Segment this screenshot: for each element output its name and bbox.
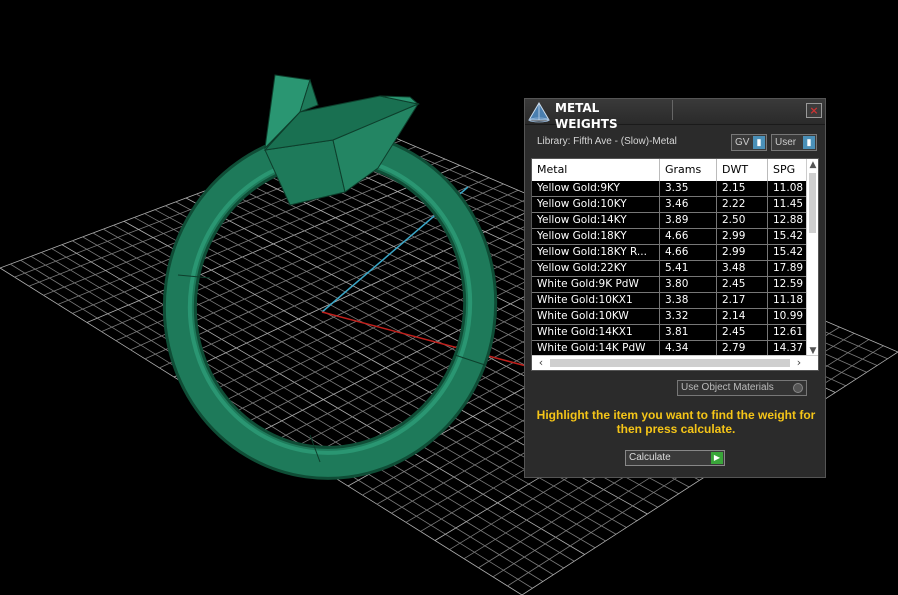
cell-spg: 14.37: [773, 342, 804, 354]
table-row[interactable]: Yellow Gold:10KY 3.46 2.22 11.45: [532, 197, 808, 213]
cell-dwt: 2.14: [717, 309, 768, 324]
gv-dropdown[interactable]: GV ▮: [731, 134, 767, 151]
cell-grams: 3.32: [660, 309, 717, 324]
column-header-dwt[interactable]: DWT: [717, 159, 768, 181]
scroll-right-icon[interactable]: ›: [792, 356, 806, 370]
use-object-materials-label: Use Object Materials: [681, 382, 774, 393]
cell-dwt: 2.45: [717, 325, 768, 340]
cell-grams: 3.80: [660, 277, 717, 292]
calculate-button[interactable]: Calculate ▶: [625, 450, 725, 466]
ring-model[interactable]: [159, 74, 500, 482]
cell-spg: 15.42: [773, 230, 804, 242]
table-row[interactable]: Yellow Gold:18KY 4.66 2.99 15.42: [532, 229, 808, 245]
cell-metal: White Gold:14KX1: [532, 325, 660, 340]
table-row[interactable]: White Gold:14KX1 3.81 2.45 12.61: [532, 325, 808, 341]
column-header-grams[interactable]: Grams: [660, 159, 717, 181]
cell-spg: 17.89: [773, 262, 804, 274]
table-row[interactable]: White Gold:9K PdW 3.80 2.45 12.59: [532, 277, 808, 293]
cell-metal: Yellow Gold:18KY R...: [532, 245, 660, 260]
table-row[interactable]: Yellow Gold:9KY 3.35 2.15 11.08: [532, 181, 808, 197]
cell-spg: 12.59: [773, 278, 804, 290]
cell-grams: 4.66: [660, 245, 717, 260]
cell-spg: 11.08: [773, 182, 804, 194]
vertical-scrollbar[interactable]: ▲ ▼: [806, 159, 818, 357]
cell-metal: Yellow Gold:18KY: [532, 229, 660, 244]
cell-metal: White Gold:9K PdW: [532, 277, 660, 292]
cell-spg: 10.99: [773, 310, 804, 322]
cell-dwt: 3.48: [717, 261, 768, 276]
cell-metal: Yellow Gold:10KY: [532, 197, 660, 212]
cell-metal: Yellow Gold:9KY: [532, 181, 660, 196]
cell-spg: 12.88: [773, 214, 804, 226]
table-row[interactable]: Yellow Gold:18KY R... 4.66 2.99 15.42: [532, 245, 808, 261]
use-object-materials-toggle[interactable]: Use Object Materials: [677, 380, 807, 396]
cell-spg: 11.45: [773, 198, 804, 210]
user-dropdown-value: User: [775, 137, 797, 148]
cell-metal: White Gold:14K PdW: [532, 341, 660, 356]
horizontal-scrollbar[interactable]: ‹ ›: [532, 355, 818, 370]
cell-dwt: 2.50: [717, 213, 768, 228]
dropdown-arrow-icon: ▮: [803, 136, 815, 149]
cell-metal: Yellow Gold:22KY: [532, 261, 660, 276]
cell-grams: 3.46: [660, 197, 717, 212]
close-button[interactable]: ×: [806, 103, 822, 118]
cell-spg: 11.18: [773, 294, 804, 306]
cell-dwt: 2.99: [717, 229, 768, 244]
cell-spg: 12.61: [773, 326, 804, 338]
cell-dwt: 2.17: [717, 293, 768, 308]
cell-grams: 3.81: [660, 325, 717, 340]
cell-dwt: 2.79: [717, 341, 768, 356]
panel-titlebar[interactable]: METAL WEIGHTS ×: [525, 99, 825, 131]
cell-grams: 4.66: [660, 229, 717, 244]
scroll-left-icon[interactable]: ‹: [534, 356, 548, 370]
scroll-thumb[interactable]: [809, 173, 816, 233]
calculate-label: Calculate: [629, 452, 671, 463]
cell-dwt: 2.45: [717, 277, 768, 292]
play-arrow-icon: ▶: [711, 452, 723, 464]
gv-dropdown-value: GV: [735, 137, 750, 148]
radio-icon[interactable]: [793, 383, 803, 393]
dropdown-arrow-icon: ▮: [753, 136, 765, 149]
scroll-up-icon[interactable]: ▲: [807, 159, 818, 171]
cell-metal: Yellow Gold:14KY: [532, 213, 660, 228]
cell-metal: White Gold:10KW: [532, 309, 660, 324]
column-header-spg[interactable]: SPG: [768, 159, 808, 181]
table-body: Yellow Gold:9KY 3.35 2.15 11.08 Yellow Gold:…: [532, 181, 808, 357]
cell-grams: 3.35: [660, 181, 717, 196]
cell-grams: 3.38: [660, 293, 717, 308]
user-dropdown[interactable]: User ▮: [771, 134, 817, 151]
table-row[interactable]: Yellow Gold:14KY 3.89 2.50 12.88: [532, 213, 808, 229]
scroll-thumb-horizontal[interactable]: [550, 359, 790, 367]
panel-title: METAL WEIGHTS: [555, 100, 673, 131]
cell-dwt: 2.15: [717, 181, 768, 196]
cell-spg: 15.42: [773, 246, 804, 258]
column-header-metal[interactable]: Metal: [532, 159, 660, 181]
pyramid-logo-icon: [528, 102, 550, 123]
table-row[interactable]: Yellow Gold:22KY 5.41 3.48 17.89: [532, 261, 808, 277]
metal-weights-panel: METAL WEIGHTS × Library: Fifth Ave - (Sl…: [524, 98, 826, 478]
cell-metal: White Gold:10KX1: [532, 293, 660, 308]
instruction-text: Highlight the item you want to find the …: [536, 408, 816, 436]
table-row[interactable]: White Gold:10KW 3.32 2.14 10.99: [532, 309, 808, 325]
table-row[interactable]: White Gold:10KX1 3.38 2.17 11.18: [532, 293, 808, 309]
library-label: Library: Fifth Ave - (Slow)-Metal: [537, 136, 677, 147]
cell-grams: 5.41: [660, 261, 717, 276]
cell-dwt: 2.22: [717, 197, 768, 212]
cell-grams: 3.89: [660, 213, 717, 228]
metal-weights-table[interactable]: Metal Grams DWT SPG Yellow Gold:9KY 3.35 2…: [531, 158, 819, 371]
table-header: Metal Grams DWT SPG: [532, 159, 808, 181]
cell-grams: 4.34: [660, 341, 717, 356]
cell-dwt: 2.99: [717, 245, 768, 260]
